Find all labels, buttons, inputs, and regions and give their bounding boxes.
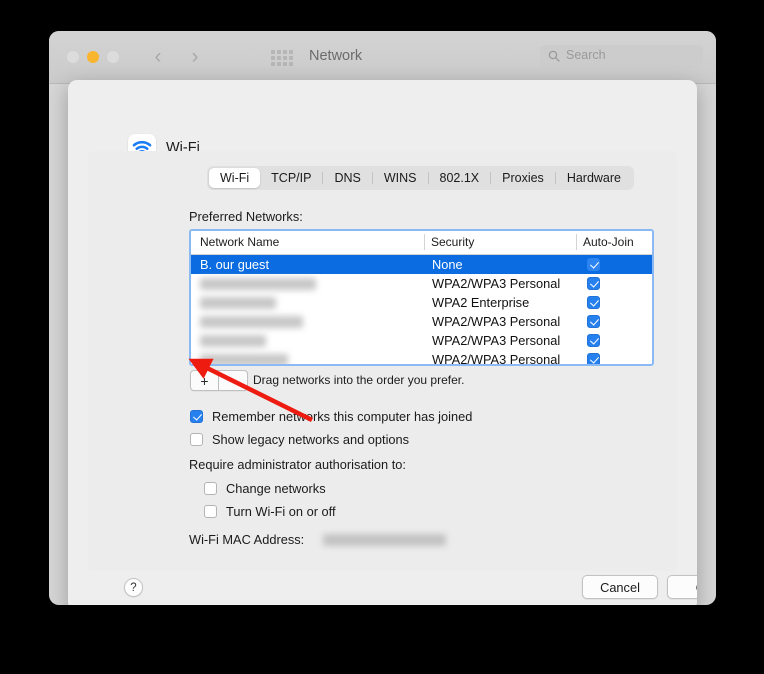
- help-button[interactable]: ?: [124, 578, 143, 597]
- checkbox-indicator: [587, 334, 600, 347]
- cell-security: None: [432, 257, 463, 272]
- checkbox-label: Turn Wi-Fi on or off: [226, 504, 336, 519]
- column-header-auto-join[interactable]: Auto-Join: [583, 235, 634, 249]
- table-row[interactable]: B. our guest None: [191, 255, 652, 274]
- zoom-window-button[interactable]: [107, 51, 119, 63]
- cell-security: WPA2/WPA3 Personal: [432, 276, 561, 291]
- checkbox-indicator: [587, 258, 600, 271]
- column-divider: [424, 234, 425, 250]
- checkbox-indicator: [190, 433, 203, 446]
- checkbox-indicator: [204, 505, 217, 518]
- search-icon: [548, 50, 560, 62]
- cell-security: WPA2 Enterprise: [432, 295, 530, 310]
- checkbox-label: Change networks: [226, 481, 326, 496]
- preferred-networks-label: Preferred Networks:: [189, 209, 303, 224]
- checkbox-remember-networks[interactable]: Remember networks this computer has join…: [190, 409, 472, 424]
- cell-auto-join-checkbox[interactable]: [587, 353, 600, 364]
- checkbox-indicator: [587, 353, 600, 364]
- window-titlebar: ‹ › Network Search: [49, 31, 716, 84]
- checkbox-indicator: [204, 482, 217, 495]
- tab-label: TCP/IP: [271, 171, 312, 185]
- add-network-button[interactable]: +: [190, 370, 219, 391]
- tab-label: Wi-Fi: [220, 171, 250, 185]
- remove-network-button[interactable]: −: [219, 370, 248, 391]
- cell-network-name: [200, 354, 288, 364]
- search-placeholder: Search: [566, 48, 606, 62]
- checkbox-turn-wifi-on-off[interactable]: Turn Wi-Fi on or off: [204, 504, 336, 519]
- tab-tcpip[interactable]: TCP/IP: [260, 168, 322, 188]
- show-all-grid-icon[interactable]: [271, 50, 293, 66]
- drag-hint-text: Drag networks into the order you prefer.: [253, 373, 465, 387]
- tab-wins[interactable]: WINS: [373, 168, 428, 188]
- table-row[interactable]: WPA2/WPA3 Personal: [191, 312, 652, 331]
- cell-network-name: [200, 335, 266, 347]
- table-row[interactable]: WPA2/WPA3 Personal: [191, 274, 652, 293]
- cancel-button[interactable]: Cancel: [582, 575, 658, 599]
- cell-security: WPA2/WPA3 Personal: [432, 333, 561, 348]
- checkbox-change-networks[interactable]: Change networks: [204, 481, 326, 496]
- search-input[interactable]: Search: [540, 45, 703, 68]
- tab-8021x[interactable]: 802.1X: [429, 168, 491, 188]
- page-title: Network: [309, 48, 363, 64]
- preferred-networks-table[interactable]: Network Name Security Auto-Join B. our g…: [189, 229, 654, 366]
- checkbox-indicator: [587, 296, 600, 309]
- table-header-row: Network Name Security Auto-Join: [191, 231, 652, 255]
- column-divider: [576, 234, 577, 250]
- table-row[interactable]: WPA2 Enterprise: [191, 293, 652, 312]
- wifi-settings-sheet: Wi-Fi Wi-Fi TCP/IP DNS WINS 802.1X Proxi…: [68, 80, 697, 605]
- cell-network-name: [200, 278, 316, 290]
- checkbox-indicator: [190, 410, 203, 423]
- cell-network-name: B. our guest: [200, 257, 270, 272]
- table-edit-buttons: + −: [190, 370, 248, 391]
- column-header-network-name[interactable]: Network Name: [200, 235, 279, 249]
- close-window-button[interactable]: [67, 51, 79, 63]
- tab-label: Proxies: [502, 171, 544, 185]
- mac-address-value: [323, 534, 446, 546]
- tab-dns[interactable]: DNS: [323, 168, 371, 188]
- tab-label: Hardware: [566, 171, 621, 185]
- tab-hardware[interactable]: Hardware: [556, 168, 632, 188]
- checkbox-indicator: [587, 277, 600, 290]
- chevron-left-icon[interactable]: ‹: [147, 45, 169, 69]
- tab-proxies[interactable]: Proxies: [491, 168, 555, 188]
- checkbox-label: Remember networks this computer has join…: [212, 409, 473, 424]
- require-admin-label: Require administrator authorisation to:: [189, 457, 406, 472]
- table-row[interactable]: WPA2/WPA3 Personal: [191, 331, 652, 350]
- tab-wifi[interactable]: Wi-Fi: [209, 168, 261, 188]
- tab-label: 802.1X: [439, 171, 480, 185]
- checkbox-indicator: [587, 315, 600, 328]
- settings-tabbar: Wi-Fi TCP/IP DNS WINS 802.1X Proxies Har…: [207, 166, 634, 190]
- chevron-right-icon[interactable]: ›: [184, 45, 206, 69]
- table-body: B. our guest None WPA2/WPA3 Personal WPA2 E…: [191, 255, 652, 365]
- minimize-window-button[interactable]: [87, 51, 99, 63]
- screen: ‹ › Network Search Wi-Fi Wi-Fi TCP/IP DN…: [0, 0, 764, 674]
- cell-security: WPA2/WPA3 Personal: [432, 352, 561, 365]
- tab-label: WINS: [383, 171, 417, 185]
- cell-security: WPA2/WPA3 Personal: [432, 314, 561, 329]
- ok-button[interactable]: OK: [667, 575, 697, 599]
- mac-address-label: Wi-Fi MAC Address:: [189, 532, 305, 547]
- checkbox-label: Show legacy networks and options: [212, 432, 410, 447]
- checkbox-show-legacy-networks[interactable]: Show legacy networks and options: [190, 432, 409, 447]
- cell-network-name: [200, 297, 276, 309]
- network-preferences-window: ‹ › Network Search Wi-Fi Wi-Fi TCP/IP DN…: [49, 31, 716, 605]
- table-row[interactable]: WPA2/WPA3 Personal: [191, 350, 652, 365]
- cell-network-name: [200, 316, 303, 328]
- tab-label: DNS: [334, 171, 361, 185]
- column-header-security[interactable]: Security: [431, 235, 474, 249]
